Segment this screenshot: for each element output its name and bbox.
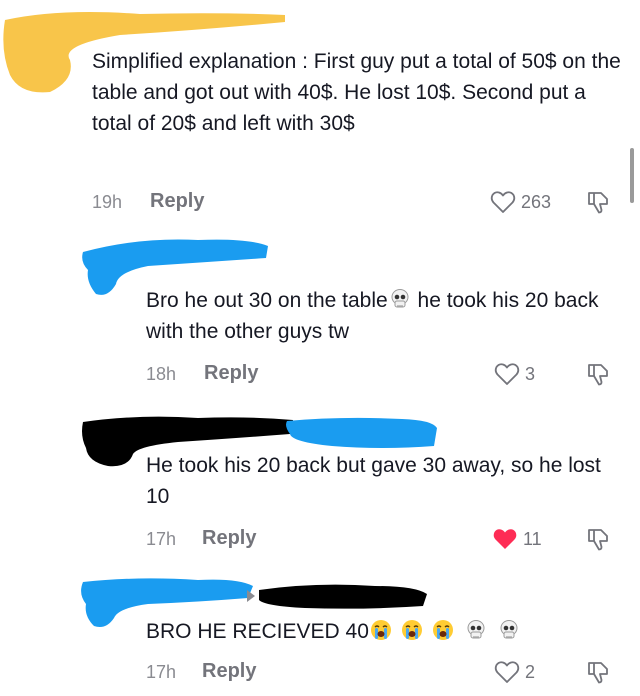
- like-button[interactable]: 263: [490, 190, 551, 214]
- reply-button[interactable]: Reply: [202, 660, 256, 683]
- reply-button[interactable]: Reply: [204, 362, 258, 385]
- reply-button[interactable]: Reply: [150, 190, 204, 213]
- dislike-icon[interactable]: [585, 189, 611, 215]
- comment-timestamp: 17h: [146, 662, 177, 682]
- comment-text: Simplified explanation : First guy put a…: [92, 50, 621, 135]
- like-button[interactable]: 11: [492, 527, 542, 551]
- loudly-crying-emoji-icon: [401, 620, 422, 640]
- comment-timestamp: 19h: [92, 192, 123, 212]
- dislike-icon[interactable]: [585, 361, 611, 387]
- dislike-icon[interactable]: [585, 526, 611, 552]
- like-count: 11: [523, 528, 542, 549]
- skull-emoji-icon: [467, 620, 485, 639]
- loudly-crying-emoji-icon: [432, 620, 453, 640]
- heart-icon: [494, 661, 520, 683]
- comment-text: BRO HE RECIEVED 40: [146, 616, 626, 647]
- skull-emoji-icon: [391, 289, 409, 308]
- scrollbar[interactable]: [630, 148, 634, 203]
- like-count: 2: [525, 661, 536, 682]
- skull-emoji-icon: [500, 620, 518, 639]
- heart-filled-icon: [493, 529, 517, 549]
- like-count: 263: [521, 191, 552, 212]
- like-count: 3: [525, 363, 536, 384]
- dislike-icon[interactable]: [585, 659, 611, 685]
- heart-icon: [490, 191, 516, 213]
- reply-button[interactable]: Reply: [202, 527, 256, 550]
- loudly-crying-emoji-icon: [370, 620, 391, 640]
- comment-timestamp: 18h: [146, 364, 177, 384]
- like-button[interactable]: 3: [494, 362, 535, 386]
- redaction-scribble-black-2: [247, 584, 427, 609]
- comment-text-part: Bro he out 30 on the table: [146, 289, 388, 312]
- heart-icon: [494, 363, 520, 385]
- comment-text: Bro he out 30 on the table he took his 2…: [146, 285, 626, 347]
- comment-text-part: BRO HE RECIEVED 40: [146, 620, 369, 643]
- like-button[interactable]: 2: [494, 660, 535, 684]
- comment-timestamp: 17h: [146, 529, 177, 549]
- comment-text: He took his 20 back but gave 30 away, so…: [146, 454, 601, 508]
